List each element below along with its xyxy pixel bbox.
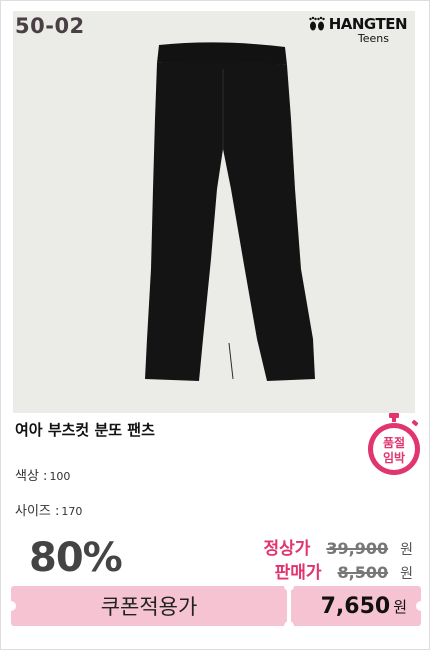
product-code: 50-02 [15, 14, 85, 38]
stock-alert-badge: 품절 임박 [368, 413, 420, 475]
product-card[interactable]: 50-02 HANGTEN Teens 여아 부츠컷 분또 팬츠 품절 임박 색… [0, 0, 430, 650]
discount-rate: 80% [29, 535, 123, 581]
coupon-currency: 원 [393, 597, 407, 616]
size-value: 170 [61, 505, 83, 518]
sale-currency: 원 [400, 566, 413, 582]
brand-sub: Teens [357, 32, 389, 45]
ticket-notch-bottom [284, 621, 294, 631]
spec-color: 색상 :100 [15, 465, 70, 484]
brand-name: HANGTEN [328, 15, 408, 33]
badge-line2: 임박 [383, 450, 405, 465]
regular-price-label: 정상가 [263, 539, 311, 559]
brand-logo: HANGTEN Teens [308, 15, 408, 45]
ticket-notch-top [284, 581, 294, 591]
coupon-label-box: 쿠폰적용가 [11, 586, 287, 626]
pants-illustration [145, 42, 315, 381]
sale-price-row: 판매가 8,500 원 [275, 558, 413, 583]
regular-price: 39,900 [326, 539, 389, 558]
regular-price-row: 정상가 39,900 원 [263, 534, 413, 559]
product-title[interactable]: 여아 부츠컷 분또 팬츠 [15, 419, 155, 440]
coupon-price: 7,650 [320, 593, 391, 619]
badge-line1: 품절 [383, 436, 405, 450]
coupon-label: 쿠폰적용가 [100, 595, 198, 619]
sale-price-label: 판매가 [274, 563, 322, 583]
coupon-price-box: 7,650 원 [291, 586, 421, 626]
ticket-notch-right [416, 601, 426, 611]
sale-price: 8,500 [337, 563, 389, 582]
coupon-price-bar[interactable]: 쿠폰적용가 7,650 원 [6, 581, 426, 631]
spec-size: 사이즈 :170 [15, 500, 82, 519]
product-image[interactable]: 50-02 HANGTEN Teens [13, 11, 415, 413]
color-label: 색상 : [15, 469, 48, 484]
ticket-notch-left [6, 601, 16, 611]
footprint-icon [309, 16, 325, 31]
color-value: 100 [49, 470, 71, 483]
size-label: 사이즈 : [15, 504, 60, 519]
regular-currency: 원 [400, 542, 413, 558]
